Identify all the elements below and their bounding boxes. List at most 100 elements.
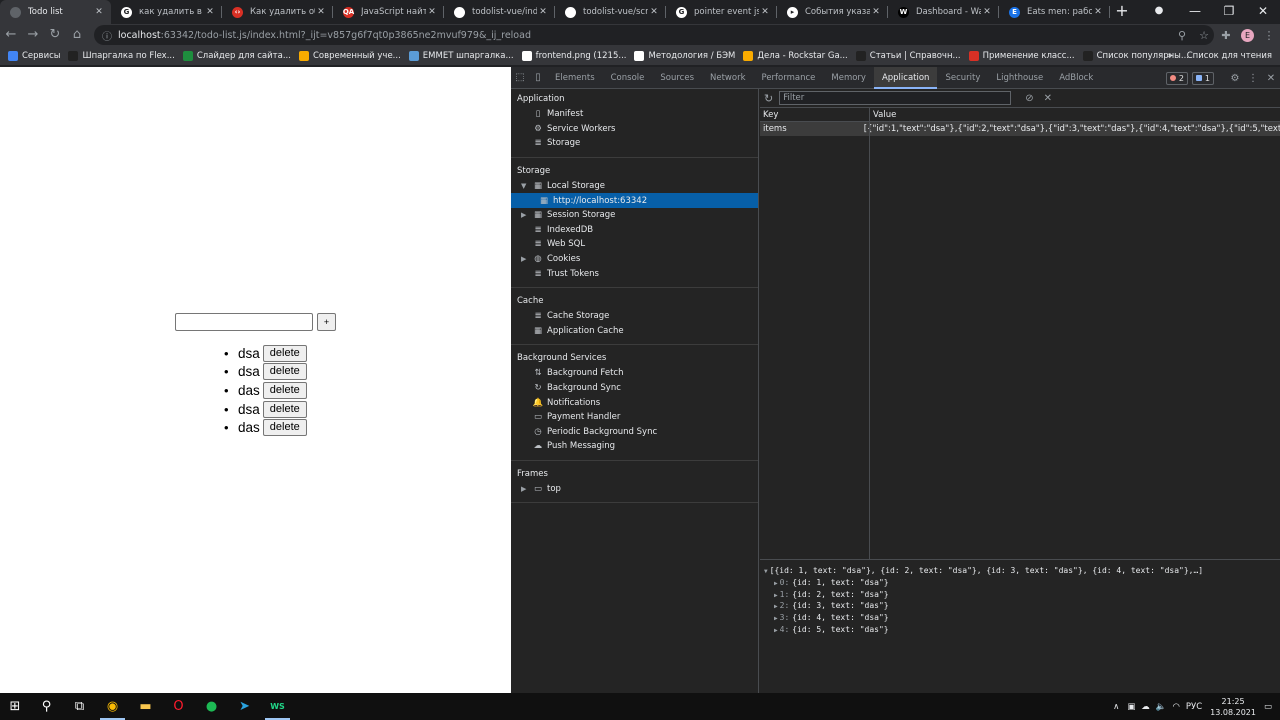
browser-tab[interactable]: todolist-vue/script✕ bbox=[555, 0, 666, 24]
info-icon[interactable]: ⓘ bbox=[102, 28, 112, 43]
chrome-icon[interactable]: ◉ bbox=[96, 693, 129, 720]
delete-button[interactable]: delete bbox=[262, 381, 307, 399]
sidebar-tree-item[interactable]: ▦ Application Cache bbox=[511, 324, 758, 339]
profile-avatar[interactable]: E bbox=[1241, 28, 1254, 42]
reading-list-button[interactable]: Список для чтения bbox=[1187, 51, 1272, 61]
tab-close-icon[interactable]: ✕ bbox=[981, 7, 993, 17]
sidebar-tree-item[interactable]: ▶ ▭ top bbox=[511, 482, 758, 497]
minimize-icon[interactable]: — bbox=[1178, 0, 1212, 22]
windows-start-icon[interactable]: ⊞ bbox=[0, 693, 30, 720]
devtools-tab[interactable]: Performance bbox=[754, 67, 824, 89]
error-counter[interactable]: 2 bbox=[1165, 71, 1188, 85]
expand-arrow-icon[interactable]: ▶ bbox=[774, 603, 778, 610]
bookmark-item[interactable]: EMMET шпаргалка... bbox=[408, 50, 514, 61]
task-view-icon[interactable]: ⧉ bbox=[63, 693, 96, 720]
sidebar-tree-item[interactable]: ☁ Push Messaging bbox=[511, 439, 758, 454]
browser-tab[interactable]: ▸ События указател✕ bbox=[777, 0, 888, 24]
tab-close-icon[interactable]: ✕ bbox=[1092, 7, 1104, 17]
clear-all-icon[interactable]: ⊘ bbox=[1025, 93, 1033, 104]
devtools-tab[interactable]: Network bbox=[702, 67, 754, 89]
inspect-element-icon[interactable]: ⬚ bbox=[511, 72, 529, 83]
devtools-tab[interactable]: Console bbox=[603, 67, 653, 89]
extensions-icon[interactable]: ✚ bbox=[1215, 29, 1237, 42]
collapse-arrow-icon[interactable]: ▼ bbox=[764, 568, 768, 575]
sidebar-tree-item[interactable]: ≣ IndexedDB bbox=[511, 223, 758, 238]
browser-tab[interactable]: ‹› Как удалить объе✕ bbox=[222, 0, 333, 24]
profile-dot-icon[interactable]: ● bbox=[1142, 0, 1176, 22]
preview-summary[interactable]: ▼ [{id: 1, text: "dsa"}, {id: 2, text: "d… bbox=[764, 565, 1280, 577]
tab-close-icon[interactable]: ✕ bbox=[426, 7, 438, 17]
sidebar-tree-item[interactable]: ⚙ Service Workers bbox=[511, 122, 758, 137]
bookmark-item[interactable]: Сервисы bbox=[8, 50, 60, 61]
search-icon[interactable]: ⚲ bbox=[30, 693, 63, 720]
preview-entry[interactable]: ▶ 3: {id: 4, text: "dsa"} bbox=[764, 612, 1280, 624]
browser-tab[interactable]: Todo list ✕ bbox=[0, 0, 111, 24]
message-counter[interactable]: 1 bbox=[1191, 71, 1214, 85]
bookmark-item[interactable]: Методология / БЭМ bbox=[634, 50, 735, 61]
telegram-icon[interactable]: ➤ bbox=[228, 693, 261, 720]
sidebar-tree-item[interactable]: ↻ Background Sync bbox=[511, 381, 758, 396]
home-icon[interactable]: ⌂ bbox=[66, 24, 88, 46]
tab-close-icon[interactable]: ✕ bbox=[204, 7, 216, 17]
notifications-icon[interactable]: ▭ bbox=[1264, 702, 1272, 712]
expand-arrow-icon[interactable]: ▶ bbox=[774, 580, 778, 587]
devtools-tab[interactable]: Security bbox=[937, 67, 988, 89]
new-tab-icon[interactable]: + bbox=[1110, 0, 1134, 24]
browser-tab[interactable]: W Dashboard - Waka✕ bbox=[888, 0, 999, 24]
expand-arrow-icon[interactable]: ▶ bbox=[521, 255, 531, 263]
refresh-icon[interactable]: ↻ bbox=[764, 92, 773, 105]
spotify-icon[interactable]: ● bbox=[195, 693, 228, 720]
bookmark-item[interactable]: frontend.png (1215... bbox=[521, 50, 626, 61]
expand-arrow-icon[interactable]: ▶ bbox=[774, 627, 778, 634]
add-button[interactable]: + bbox=[317, 313, 336, 331]
tab-close-icon[interactable]: ✕ bbox=[759, 7, 771, 17]
more-options-icon[interactable]: ⋮ bbox=[1244, 73, 1262, 84]
expand-arrow-icon[interactable]: ▶ bbox=[521, 211, 531, 219]
maximize-icon[interactable]: ❐ bbox=[1212, 0, 1246, 22]
bookmark-item[interactable]: Дела - Rockstar Ga... bbox=[743, 50, 848, 61]
sidebar-tree-item[interactable]: ◷ Periodic Background Sync bbox=[511, 425, 758, 440]
sidebar-tree-item[interactable]: ≣ Trust Tokens bbox=[511, 266, 758, 281]
sidebar-tree-item[interactable]: ▼ ▦ Local Storage bbox=[511, 179, 758, 194]
browser-tab[interactable]: todolist-vue/index✕ bbox=[444, 0, 555, 24]
expand-arrow-icon[interactable]: ▶ bbox=[774, 592, 778, 599]
bookmark-item[interactable]: Статьи | Справочн... bbox=[855, 50, 961, 61]
sidebar-tree-item[interactable]: ▶ ▦ Session Storage bbox=[511, 208, 758, 223]
preview-entry[interactable]: ▶ 0: {id: 1, text: "dsa"} bbox=[764, 577, 1280, 589]
tab-close-icon[interactable]: ✕ bbox=[315, 7, 327, 17]
volume-icon[interactable]: 🔈 bbox=[1156, 702, 1167, 712]
reload-icon[interactable]: ↻ bbox=[44, 24, 66, 46]
tray-cloud-icon[interactable]: ☁ bbox=[1141, 702, 1150, 712]
delete-button[interactable]: delete bbox=[262, 363, 307, 381]
settings-icon[interactable]: ⚙ bbox=[1226, 73, 1244, 84]
sidebar-tree-item[interactable]: ▶ ◍ Cookies bbox=[511, 252, 758, 267]
sidebar-tree-item[interactable]: ≣ Storage bbox=[511, 136, 758, 151]
bookmark-item[interactable]: Слайдер для сайта... bbox=[182, 50, 291, 61]
zoom-icon[interactable]: ⚲ bbox=[1171, 29, 1193, 42]
devtools-tab[interactable]: AdBlock bbox=[1051, 67, 1101, 89]
devtools-tab[interactable]: Lighthouse bbox=[988, 67, 1051, 89]
bookmark-item[interactable]: Современный уче... bbox=[298, 50, 401, 61]
back-icon[interactable]: ← bbox=[0, 24, 22, 46]
sidebar-tree-item[interactable]: 🔔 Notifications bbox=[511, 395, 758, 410]
webstorm-icon[interactable]: WS bbox=[261, 693, 294, 720]
expand-arrow-icon[interactable]: ▶ bbox=[521, 485, 531, 493]
filter-input[interactable]: Filter bbox=[779, 91, 1012, 105]
browser-tab[interactable]: Gpointer event js - П✕ bbox=[666, 0, 777, 24]
device-toolbar-icon[interactable]: ▯ bbox=[529, 72, 547, 83]
clock[interactable]: 21:25 13.08.2021 bbox=[1210, 696, 1256, 718]
todo-input[interactable] bbox=[175, 313, 313, 331]
devtools-tab[interactable]: Elements bbox=[547, 67, 603, 89]
close-window-icon[interactable]: ✕ bbox=[1246, 0, 1280, 22]
explorer-icon[interactable]: ▬ bbox=[129, 693, 162, 720]
wifi-icon[interactable]: ◠ bbox=[1172, 702, 1179, 712]
forward-icon[interactable]: → bbox=[22, 24, 44, 46]
expand-arrow-icon[interactable]: ▼ bbox=[521, 182, 531, 190]
preview-entry[interactable]: ▶ 2: {id: 3, text: "das"} bbox=[764, 600, 1280, 612]
sidebar-tree-item[interactable]: ≣ Web SQL bbox=[511, 237, 758, 252]
preview-entry[interactable]: ▶ 1: {id: 2, text: "dsa"} bbox=[764, 589, 1280, 601]
close-devtools-icon[interactable]: ✕ bbox=[1262, 73, 1280, 84]
sidebar-tree-item[interactable]: ▭ Payment Handler bbox=[511, 410, 758, 425]
bookmark-item[interactable]: Шпаргалка по Flex... bbox=[68, 50, 175, 61]
browser-tab[interactable]: E Eats men: рабочее✕ bbox=[999, 0, 1110, 24]
